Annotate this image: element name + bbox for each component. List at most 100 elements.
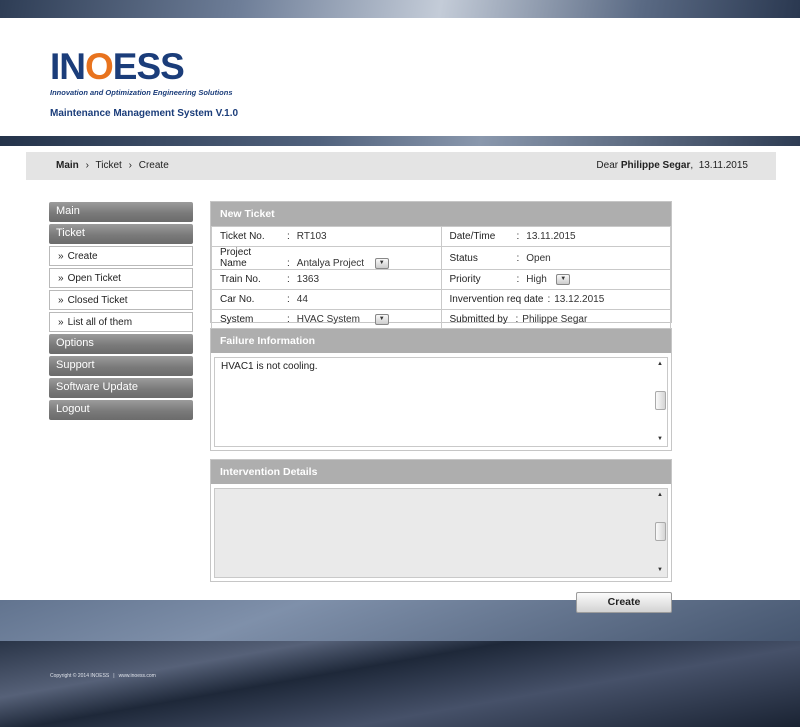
table-row: Ticket No.: RT103 Date/Time: 13.11.2015 — [211, 226, 671, 247]
double-chevron-icon: » — [58, 251, 64, 262]
user-greeting: Dear Philippe Segar, 13.11.2015 — [596, 160, 748, 171]
field-colon: : — [516, 274, 520, 286]
field-colon: : — [287, 258, 290, 269]
sidebar-item-software-update[interactable]: Software Update — [49, 378, 193, 398]
project-name-cell: Project Name: Antalya Project ▼ — [211, 246, 442, 270]
field-label: Submitted by — [449, 314, 508, 325]
field-colon: : — [287, 274, 290, 285]
field-label: Train No. — [220, 274, 261, 285]
header-decorative-band — [0, 136, 800, 146]
field-label: Priority — [449, 274, 481, 286]
project-name-value: Antalya Project — [296, 258, 365, 269]
failure-information-text: HVAC1 is not cooling. — [221, 361, 318, 372]
field-label: Ticket No. — [220, 231, 265, 242]
header: INOESS Innovation and Optimization Engin… — [0, 18, 800, 136]
sidebar-subitem-create[interactable]: » Create — [49, 246, 193, 266]
main-content: Main › Ticket › Create Dear Philippe Seg… — [0, 146, 800, 613]
logo: INOESS — [50, 46, 185, 87]
footer-copyright: Copyright © 2014 INOESS — [50, 673, 110, 679]
car-no-cell: Car No.:44 — [211, 289, 442, 310]
footer-link[interactable]: www.inoess.com — [119, 673, 156, 679]
date-time-value: 13.11.2015 — [526, 231, 576, 242]
sidebar-subitem-closed-ticket[interactable]: » Closed Ticket — [49, 290, 193, 310]
field-label: Project Name — [220, 247, 252, 269]
footer-divider: | — [113, 673, 115, 679]
double-chevron-icon: » — [58, 317, 64, 328]
field-label: System — [220, 314, 254, 326]
greeting-date: 13.11.2015 — [698, 160, 748, 171]
logo-tagline: Innovation and Optimization Engineering … — [50, 88, 233, 97]
breadcrumb-bar: Main › Ticket › Create Dear Philippe Seg… — [26, 152, 776, 180]
chevron-down-icon[interactable]: ▼ — [374, 257, 389, 269]
train-no-cell: Train No.:1363 — [211, 269, 442, 290]
status-cell: Status: Open — [440, 246, 671, 270]
sidebar-item-support[interactable]: Support — [49, 356, 193, 376]
chevron-down-icon[interactable]: ▼ — [556, 273, 571, 285]
vertical-scrollbar[interactable]: ▲ ▼ — [654, 490, 666, 576]
table-row: System: HVAC System ▼ Submitted by: Philipp… — [211, 309, 671, 330]
intervention-details-textarea[interactable]: ▲ ▼ — [214, 488, 668, 578]
create-button[interactable]: Create — [576, 592, 672, 613]
sidebar-subitem-label: List all of them — [67, 317, 133, 328]
breadcrumb-separator: › — [85, 160, 89, 171]
sidebar-item-logout[interactable]: Logout — [49, 400, 193, 420]
field-label: Car No. — [220, 294, 255, 305]
panel-title: Intervention Details — [211, 460, 671, 484]
field-label: Date/Time — [449, 231, 496, 242]
double-chevron-icon: » — [58, 295, 64, 306]
arrow-up-icon[interactable]: ▲ — [654, 490, 666, 501]
table-row: Project Name: Antalya Project ▼ Status: Ope… — [211, 246, 671, 270]
new-ticket-panel: New Ticket Ticket No.: RT103 Date/Time:13… — [210, 201, 672, 330]
ticket-no-cell: Ticket No.: RT103 — [211, 226, 442, 247]
project-name-select[interactable]: Antalya Project ▼ — [296, 257, 389, 269]
arrow-down-icon[interactable]: ▼ — [654, 565, 666, 576]
sidebar: Main Ticket » Create » Open Ticket » Closed… — [49, 202, 193, 422]
field-colon: : — [287, 294, 290, 305]
sidebar-item-main[interactable]: Main — [49, 202, 193, 222]
priority-cell: Priority: High ▼ — [440, 269, 671, 290]
arrow-up-icon[interactable]: ▲ — [654, 359, 666, 370]
vertical-scrollbar[interactable]: ▲ ▼ — [654, 359, 666, 445]
failure-information-panel: Failure Information HVAC1 is not cooling… — [210, 328, 672, 451]
failure-information-textarea[interactable]: HVAC1 is not cooling. ▲ ▼ — [214, 357, 668, 447]
ticket-no-value: RT103 — [296, 231, 327, 242]
breadcrumb: Main › Ticket › Create — [56, 160, 169, 171]
breadcrumb-main[interactable]: Main — [56, 160, 79, 171]
system-value: HVAC System — [296, 314, 360, 326]
top-decorative-band — [0, 0, 800, 18]
submitted-by-value: Philippe Segar — [522, 314, 588, 325]
footer-text: Copyright © 2014 INOESS | www.inoess.com — [50, 673, 156, 679]
arrow-down-icon[interactable]: ▼ — [654, 434, 666, 445]
sidebar-item-options[interactable]: Options — [49, 334, 193, 354]
field-colon: : — [287, 314, 290, 326]
sidebar-item-ticket[interactable]: Ticket — [49, 224, 193, 244]
panel-title: Failure Information — [211, 329, 671, 353]
priority-select[interactable]: High ▼ — [526, 273, 571, 285]
submitted-by-cell: Submitted by: Philippe Segar — [440, 309, 671, 330]
double-chevron-icon: » — [58, 273, 64, 284]
sidebar-subitem-list-all[interactable]: » List all of them — [49, 312, 193, 332]
field-colon: : — [287, 231, 290, 242]
field-colon: : — [516, 252, 520, 264]
chevron-down-icon[interactable]: ▼ — [374, 313, 389, 325]
status-value: Open — [526, 252, 551, 264]
intervention-date-value[interactable]: 13.12.2015 — [554, 294, 604, 305]
greeting-prefix: Dear — [596, 160, 619, 171]
train-no-value[interactable]: 1363 — [297, 274, 319, 285]
system-select[interactable]: HVAC System ▼ — [296, 313, 389, 326]
system-name: Maintenance Management System V.1.0 — [50, 108, 239, 119]
car-no-value[interactable]: 44 — [297, 294, 308, 305]
breadcrumb-separator: › — [128, 160, 132, 171]
sidebar-subitem-label: Open Ticket — [67, 273, 121, 284]
scrollbar-thumb[interactable] — [655, 391, 666, 410]
panel-title: New Ticket — [211, 202, 671, 226]
intervention-details-panel: Intervention Details ▲ ▼ — [210, 459, 672, 582]
breadcrumb-create: Create — [138, 160, 169, 171]
field-colon: : — [515, 314, 519, 325]
table-row: Train No.:1363 Priority: High ▼ — [211, 269, 671, 290]
sidebar-subitem-open-ticket[interactable]: » Open Ticket — [49, 268, 193, 288]
field-label: Invervention req date — [449, 294, 544, 305]
scrollbar-thumb[interactable] — [655, 522, 666, 541]
breadcrumb-ticket[interactable]: Ticket — [96, 160, 122, 171]
sidebar-subitem-label: Closed Ticket — [67, 295, 128, 306]
